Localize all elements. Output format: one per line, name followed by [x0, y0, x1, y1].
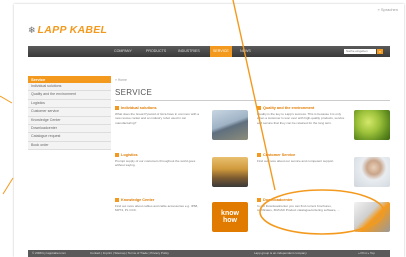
- arrow-icon: [257, 198, 261, 202]
- card-knowledge-center[interactable]: Knowledge Center Find out more about cab…: [115, 197, 248, 237]
- know-how-badge: know how: [221, 210, 239, 224]
- search-input[interactable]: [344, 48, 376, 54]
- language-link[interactable]: » Sprachen: [378, 7, 398, 12]
- sidebar-item-quality[interactable]: Quality and the environment: [28, 91, 111, 100]
- footer-print-top[interactable]: » Print » Top: [358, 250, 375, 257]
- margin-mark-top: [0, 95, 13, 104]
- card-customer-service[interactable]: Customer Service Find out more about our…: [257, 152, 390, 192]
- card-text: In our Downloadcenter you can find curre…: [257, 204, 340, 213]
- catalogue-photo[interactable]: [354, 202, 390, 232]
- card-title[interactable]: Logistics: [121, 153, 138, 157]
- logo-text: LAPP KABEL: [37, 24, 108, 36]
- card-individual-solutions[interactable]: Individual solutions What does the Great…: [115, 105, 248, 145]
- sidebar: Service Individual solutions Quality and…: [28, 76, 111, 151]
- nav-news[interactable]: News: [240, 46, 251, 57]
- card-text: Find out more about cables and cable acc…: [115, 204, 199, 213]
- card-title[interactable]: Individual solutions: [121, 106, 157, 110]
- card-title[interactable]: Customer Service: [263, 153, 295, 157]
- footer-links[interactable]: Contact | Imprint | Sitemap | Terms of T…: [90, 250, 169, 257]
- card-text: What does the Great Pyramid of Giza have…: [115, 112, 199, 125]
- arrow-icon: [115, 106, 119, 110]
- webpage-frame: » Sprachen ❄ LAPP KABEL Company Products…: [14, 4, 404, 257]
- nav-service[interactable]: Service: [210, 46, 232, 57]
- footer-note: Lapp group is an independent company: [254, 251, 307, 255]
- sidebar-item-customer-service[interactable]: Customer service: [28, 108, 111, 117]
- card-text: Prompt supply of our customers throughou…: [115, 159, 196, 168]
- card-quality-environment[interactable]: Quality and the environment Quality is t…: [257, 105, 390, 145]
- page-title: SERVICE: [115, 88, 153, 97]
- leaf-photo[interactable]: [354, 110, 390, 140]
- nav-company[interactable]: Company: [114, 46, 132, 57]
- divider: [115, 100, 390, 101]
- arrow-icon: [115, 153, 119, 157]
- card-downloadcenter[interactable]: Downloadcenter In our Downloadcenter you…: [257, 197, 390, 237]
- sidebar-item-downloadcenter[interactable]: Downloadcenter: [28, 124, 111, 134]
- lapp-kabel-logo[interactable]: ❄ LAPP KABEL: [28, 24, 107, 36]
- main-navigation: Company Products Industries Service News…: [28, 46, 390, 57]
- card-title[interactable]: Downloadcenter: [263, 198, 293, 202]
- card-title[interactable]: Quality and the environment: [263, 106, 314, 110]
- margin-mark-bottom: [2, 177, 14, 195]
- card-text: Find out more about our service and comp…: [257, 159, 335, 163]
- arrow-icon: [115, 198, 119, 202]
- sidebar-item-book-order[interactable]: Book order: [28, 141, 111, 151]
- nav-industries[interactable]: Industries: [178, 46, 200, 57]
- lapp-logo-icon: ❄: [28, 24, 36, 35]
- card-title[interactable]: Knowledge Center: [121, 198, 154, 202]
- sidebar-item-knowledge-center[interactable]: Knowledge Center: [28, 116, 111, 125]
- footer-copyright: © 2008 by lappkabel.com: [32, 251, 66, 255]
- arrow-icon: [257, 106, 261, 110]
- headset-photo[interactable]: [354, 157, 390, 187]
- sidebar-item-logistics[interactable]: Logistics: [28, 99, 111, 109]
- bridge-photo[interactable]: [212, 110, 248, 140]
- card-logistics[interactable]: Logistics Prompt supply of our customers…: [115, 152, 248, 192]
- card-text: Quality is the key to Lapp's success. Th…: [257, 112, 345, 125]
- search-button[interactable]: »: [377, 48, 383, 54]
- nav-products[interactable]: Products: [146, 46, 166, 57]
- warehouse-photo[interactable]: [212, 157, 248, 187]
- know-how-photo[interactable]: know how: [212, 202, 248, 232]
- arrow-icon: [257, 153, 261, 157]
- sidebar-item-individual-solutions[interactable]: Individual solutions: [28, 83, 111, 92]
- sidebar-title[interactable]: Service: [28, 76, 111, 83]
- footer: © 2008 by lappkabel.com Contact | Imprin…: [28, 250, 390, 257]
- sidebar-item-catalogue-request[interactable]: Catalogue request: [28, 133, 111, 142]
- breadcrumb[interactable]: » Home: [115, 78, 127, 82]
